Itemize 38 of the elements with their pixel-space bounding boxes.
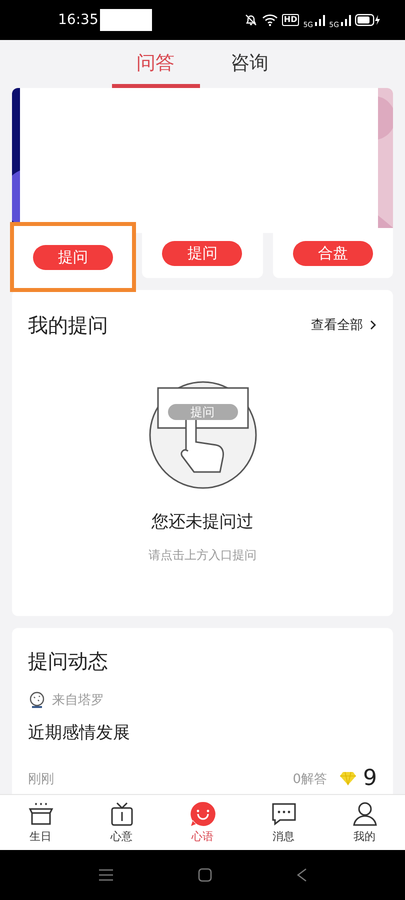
reward-amount: 9	[363, 766, 377, 791]
battery-icon	[355, 14, 381, 26]
redaction-block	[100, 9, 152, 31]
answer-count: 0解答	[292, 770, 327, 788]
time-label: 刚刚	[28, 770, 54, 788]
nav-item[interactable]: 心意	[81, 795, 162, 850]
chevron-right-icon	[369, 320, 377, 330]
ask-button[interactable]: 提问	[162, 240, 242, 266]
source-label: 来自塔罗	[52, 692, 104, 709]
signal-icon	[315, 14, 326, 26]
nav-item[interactable]: 心语	[162, 795, 243, 850]
mute-icon	[244, 13, 258, 27]
ask-button[interactable]: 提问	[33, 244, 114, 270]
view-all-link[interactable]: 查看全部	[311, 316, 377, 334]
menu-icon[interactable]	[98, 868, 114, 882]
diamond-icon	[339, 771, 357, 786]
chat-icon	[270, 801, 296, 827]
ask-button[interactable]: 合盘	[292, 240, 373, 266]
nav-item[interactable]: 生日	[0, 795, 81, 850]
section-title: 提问动态	[28, 648, 109, 675]
empty-title: 您还未提问过	[152, 511, 254, 533]
section-title: 我的提问	[28, 312, 108, 338]
nav-item[interactable]: 消息	[243, 795, 324, 850]
crystal-ball-icon	[28, 691, 46, 709]
home-icon[interactable]	[198, 868, 212, 882]
tv-icon	[108, 801, 134, 827]
wifi-icon	[262, 13, 278, 27]
status-time: 16:35	[58, 12, 98, 28]
smiley-icon	[190, 801, 216, 827]
person-icon	[352, 801, 378, 827]
network-badge: HD	[282, 14, 300, 26]
question-title[interactable]: 近期感情发展	[28, 721, 377, 744]
basket-icon	[28, 801, 54, 827]
back-icon[interactable]	[296, 868, 308, 882]
tab[interactable]: 咨询	[206, 40, 294, 88]
signal-icon	[341, 14, 351, 26]
nav-item[interactable]: 我的	[324, 795, 405, 850]
empty-hint: 请点击上方入口提问	[148, 547, 256, 564]
